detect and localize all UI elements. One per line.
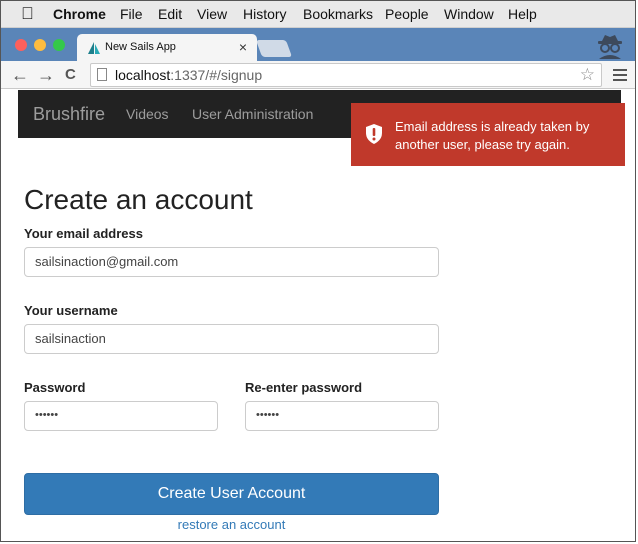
menu-bookmarks[interactable]: Bookmarks	[303, 1, 373, 28]
forward-arrow-icon[interactable]: →	[37, 61, 55, 89]
apple-icon[interactable]: 	[21, 4, 34, 24]
password-field[interactable]: ••••••	[24, 401, 218, 431]
back-arrow-icon[interactable]: ←	[11, 61, 29, 89]
confirm-password-label: Re-enter password	[245, 380, 363, 395]
menu-window[interactable]: Window	[444, 1, 494, 28]
email-value: sailsinaction@gmail.com	[35, 254, 179, 269]
error-alert: Email address is already taken by anothe…	[351, 103, 625, 166]
nav-link-user-administration[interactable]: User Administration	[192, 90, 313, 138]
tab-close-icon[interactable]: ×	[239, 34, 247, 61]
password-label: Password	[24, 380, 86, 395]
username-value: sailsinaction	[35, 331, 106, 346]
menu-view[interactable]: View	[197, 1, 227, 28]
url-text: localhost:1337/#/signup	[115, 64, 262, 86]
nav-link-videos[interactable]: Videos	[126, 90, 169, 138]
alert-message: Email address is already taken by anothe…	[395, 119, 590, 152]
minimize-window-icon[interactable]	[34, 39, 46, 51]
create-account-button[interactable]: Create User Account	[24, 473, 439, 515]
mac-menubar:  Chrome File Edit View History Bookmark…	[1, 1, 635, 28]
close-window-icon[interactable]	[15, 39, 27, 51]
incognito-icon[interactable]	[595, 33, 625, 59]
username-label: Your username	[24, 303, 118, 318]
username-field[interactable]: sailsinaction	[24, 324, 439, 354]
restore-account-link[interactable]: restore an account	[24, 517, 439, 533]
new-tab-button[interactable]	[255, 40, 293, 57]
shield-alert-icon	[366, 124, 382, 144]
menu-file[interactable]: File	[120, 1, 143, 28]
browser-tab[interactable]: New Sails App ×	[77, 34, 257, 61]
url-host: localhost	[115, 67, 171, 83]
menu-people[interactable]: People	[385, 1, 429, 28]
zoom-window-icon[interactable]	[53, 39, 65, 51]
bookmark-star-icon[interactable]: ☆	[580, 64, 595, 86]
browser-window:  Chrome File Edit View History Bookmark…	[0, 0, 636, 542]
confirm-password-field[interactable]: ••••••	[245, 401, 439, 431]
address-bar[interactable]: localhost:1337/#/signup ☆	[90, 63, 602, 87]
tab-title: New Sails App	[105, 41, 176, 53]
brand-link[interactable]: Brushfire	[33, 90, 105, 138]
url-path: :1337/#/signup	[170, 67, 263, 83]
menu-help[interactable]: Help	[508, 1, 537, 28]
sails-favicon-icon	[88, 42, 100, 54]
menu-app-chrome[interactable]: Chrome	[53, 1, 106, 28]
reload-icon[interactable]: C	[65, 61, 76, 89]
email-field[interactable]: sailsinaction@gmail.com	[24, 247, 439, 277]
password-value: ••••••	[35, 409, 59, 421]
page-title: Create an account	[24, 184, 253, 215]
menu-history[interactable]: History	[243, 1, 287, 28]
confirm-password-value: ••••••	[256, 409, 280, 421]
menu-edit[interactable]: Edit	[158, 1, 182, 28]
email-label: Your email address	[24, 226, 143, 241]
page-icon	[97, 68, 107, 81]
chrome-menu-icon[interactable]	[613, 69, 627, 81]
